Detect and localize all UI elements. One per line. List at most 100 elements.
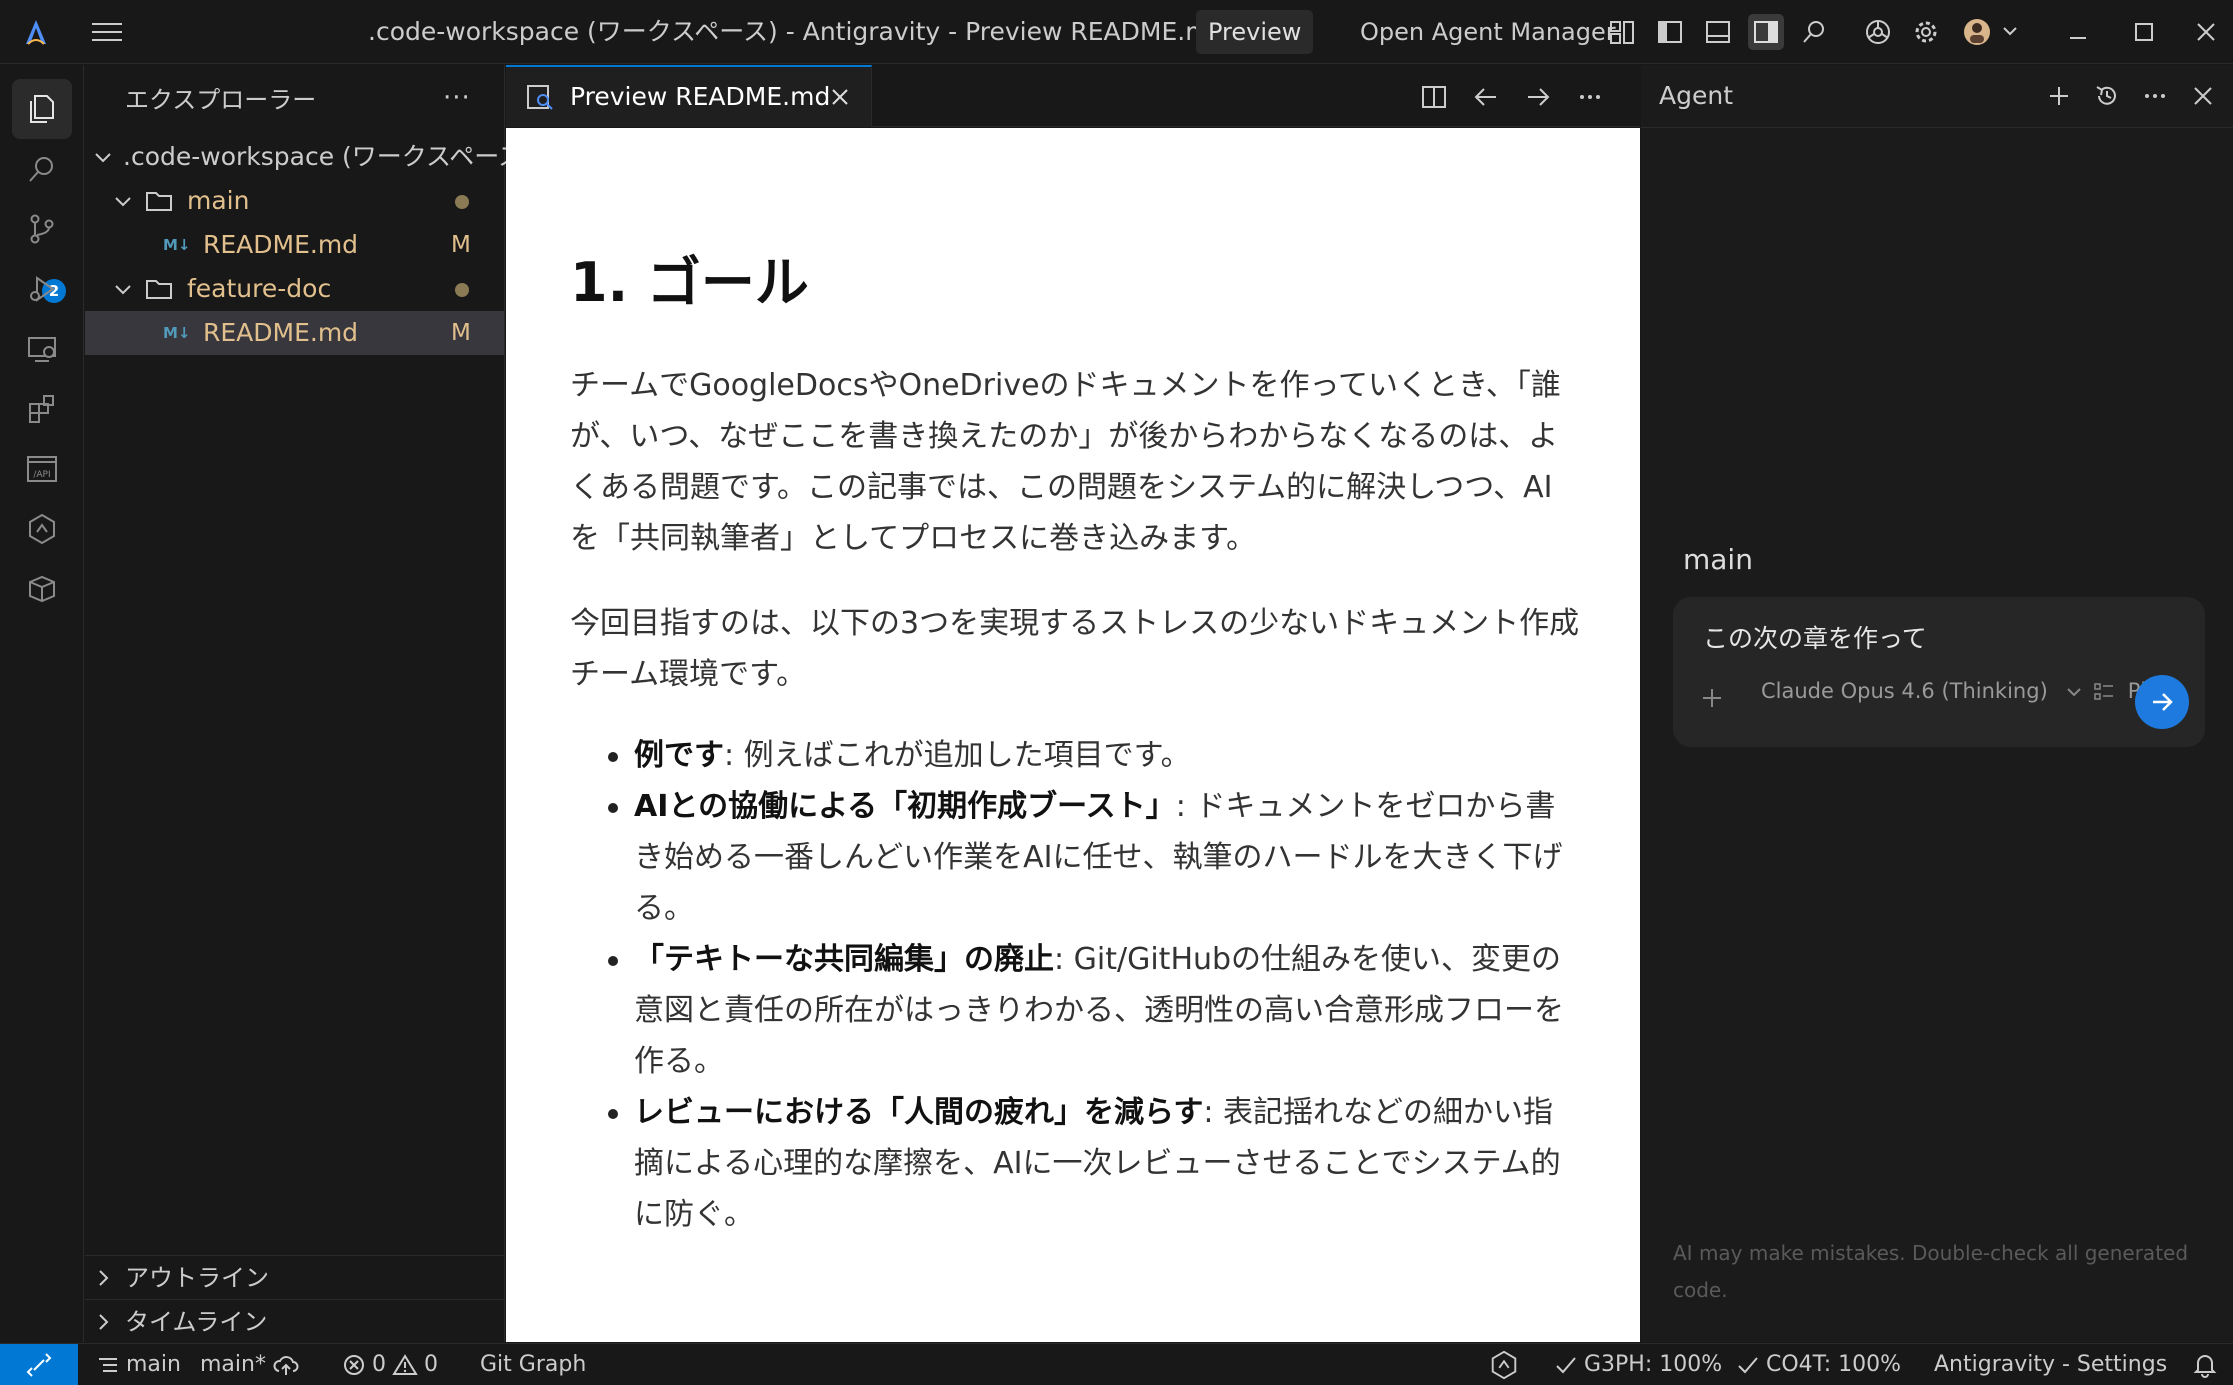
arrow-right-icon <box>2153 693 2173 711</box>
folder-icon <box>146 192 172 211</box>
search-view-icon[interactable] <box>12 139 72 199</box>
hexagon-extension-icon[interactable] <box>12 499 72 559</box>
cloud-upload-icon <box>273 1356 299 1375</box>
hamburger-menu-icon[interactable] <box>90 17 126 47</box>
branch-list-icon <box>99 1358 117 1372</box>
warning-icon <box>392 1354 418 1375</box>
outline-section[interactable]: アウトライン <box>85 1255 504 1299</box>
remote-icon <box>26 1353 52 1377</box>
add-context-plus-icon[interactable] <box>1699 685 1725 711</box>
window-title: .code-workspace (ワークスペース) - Antigravity … <box>368 17 1226 46</box>
minimize-icon[interactable] <box>2060 14 2096 50</box>
notifications-bell-icon[interactable] <box>2192 1344 2218 1385</box>
customize-layout-icon[interactable] <box>1604 14 1640 50</box>
file-readme-feature-doc[interactable]: M↓ README.md M <box>85 311 504 355</box>
chevron-right-icon <box>99 1314 109 1330</box>
toggle-panel-icon[interactable] <box>1700 14 1736 50</box>
close-window-icon[interactable] <box>2188 14 2224 50</box>
checklist-icon <box>2094 683 2113 700</box>
hexagon-status-icon[interactable] <box>1488 1344 1520 1385</box>
svg-text:/API: /API <box>33 470 50 480</box>
list-item: 「テキトーな共同編集」の廃止: Git/GitHubの仕組みを使い、変更の意図と… <box>570 934 1580 1087</box>
search-icon[interactable] <box>1796 14 1832 50</box>
markdown-preview: 1. ゴール チームでGoogleDocsやOneDriveのドキュメントを作っ… <box>506 128 1640 1342</box>
list-item-bold: AIとの協働による「初期作成ブースト」 <box>634 789 1176 824</box>
toggle-secondary-sidebar-icon[interactable] <box>1748 14 1784 50</box>
source-control-icon[interactable] <box>12 199 72 259</box>
more-actions-icon[interactable] <box>1574 81 1606 113</box>
timeline-label: タイムライン <box>125 1308 268 1336</box>
preview-paragraph-1: チームでGoogleDocsやOneDriveのドキュメントを作っていくとき、「… <box>570 368 1561 556</box>
problems-indicator[interactable]: 0 0 <box>342 1344 438 1385</box>
go-back-arrow-icon[interactable] <box>1470 81 1502 113</box>
folder-main[interactable]: main <box>85 179 504 223</box>
branch-name: main <box>126 1352 181 1377</box>
check-icon <box>1738 1357 1758 1374</box>
browser-icon[interactable] <box>1860 14 1896 50</box>
file-label: README.md <box>203 230 359 259</box>
close-panel-icon[interactable] <box>2187 80 2219 112</box>
branch-indicator[interactable]: main <box>96 1344 181 1385</box>
history-icon[interactable] <box>2091 80 2123 112</box>
preview-heading: 1. ゴール <box>570 251 809 314</box>
new-chat-plus-icon[interactable] <box>2043 80 2075 112</box>
agent-title: Agent <box>1659 81 1733 110</box>
open-agent-manager-button[interactable]: Open Agent Manager <box>1360 0 1616 64</box>
quota-g3ph[interactable]: G3PH: 100% <box>1554 1344 1722 1385</box>
quota-co4t-label: CO4T: 100% <box>1766 1352 1901 1377</box>
split-editor-icon[interactable] <box>1418 81 1450 113</box>
toggle-primary-sidebar-icon[interactable] <box>1652 14 1688 50</box>
send-button[interactable] <box>2135 675 2189 729</box>
modified-status: M <box>451 232 471 258</box>
explorer-icon[interactable] <box>12 79 72 139</box>
markdown-icon: M↓ <box>163 324 191 342</box>
check-icon <box>1556 1357 1576 1374</box>
list-item-bold: 例です <box>634 738 724 773</box>
preview-bullet-list: 例です: 例えばこれが追加した項目です。 AIとの協働による「初期作成ブースト」… <box>570 730 1580 1240</box>
modified-dot <box>455 283 469 297</box>
api-icon[interactable]: /API <box>12 439 72 499</box>
antigravity-settings-button[interactable]: Antigravity - Settings <box>1934 1344 2167 1385</box>
quota-co4t[interactable]: CO4T: 100% <box>1736 1344 1901 1385</box>
agent-input-box[interactable]: この次の章を作って Claude Opus 4.6 (Thinking) Pla… <box>1673 597 2205 747</box>
quota-g3ph-label: G3PH: 100% <box>1584 1352 1723 1377</box>
git-graph-button[interactable]: Git Graph <box>480 1344 586 1385</box>
sync-status[interactable]: main* <box>200 1344 300 1385</box>
tab-preview-readme[interactable]: Preview README.md <box>506 65 872 127</box>
list-item: AIとの協働による「初期作成ブースト」: ドキュメントをゼロから書き始める一番し… <box>570 781 1580 934</box>
model-name: Claude Opus 4.6 (Thinking) <box>1761 679 2048 703</box>
preview-button[interactable]: Preview <box>1196 10 1314 54</box>
modified-dot <box>455 195 469 209</box>
remote-indicator[interactable] <box>0 1344 78 1385</box>
explorer-sidebar: エクスプローラー ··· .code-workspace (ワークスペース) m… <box>85 65 533 1343</box>
list-item-text: : 例えばこれが追加した項目です。 <box>724 738 1191 773</box>
extensions-icon[interactable] <box>12 379 72 439</box>
chevron-down-icon <box>2067 688 2082 697</box>
folder-feature-doc[interactable]: feature-doc <box>85 267 504 311</box>
list-item-bold: 「テキトーな共同編集」の廃止 <box>634 942 1054 977</box>
warning-count: 0 <box>424 1352 438 1377</box>
title-bar: .code-workspace (ワークスペース) - Antigravity … <box>0 0 2233 64</box>
timeline-section[interactable]: タイムライン <box>85 1299 504 1343</box>
agent-prompt-input[interactable]: この次の章を作って <box>1703 619 1927 655</box>
settings-gear-icon[interactable] <box>1908 14 1944 50</box>
explorer-more-actions[interactable]: ··· <box>443 83 471 113</box>
chevron-right-icon <box>99 1270 109 1286</box>
chevron-down-icon <box>95 153 111 163</box>
preview-paragraph-2: 今回目指すのは、以下の3つを実現するストレスの少ないドキュメント作成チーム環境で… <box>570 606 1580 692</box>
account-avatar[interactable] <box>1962 14 2022 50</box>
markdown-icon: M↓ <box>163 236 191 254</box>
workspace-root[interactable]: .code-workspace (ワークスペース) <box>85 135 533 179</box>
run-debug-icon[interactable] <box>12 259 72 319</box>
agent-disclaimer: AI may make mistakes. Double-check all g… <box>1673 1241 2189 1302</box>
model-selector[interactable]: Claude Opus 4.6 (Thinking) <box>1761 679 2084 703</box>
chevron-down-icon <box>115 285 131 295</box>
remote-explorer-icon[interactable] <box>12 319 72 379</box>
maximize-icon[interactable] <box>2126 14 2162 50</box>
go-forward-arrow-icon[interactable] <box>1522 81 1554 113</box>
agent-more-icon[interactable] <box>2139 80 2171 112</box>
workspace-label: .code-workspace (ワークスペース) <box>123 142 533 171</box>
package-box-icon[interactable] <box>12 559 72 619</box>
close-tab-icon[interactable] <box>828 85 852 109</box>
file-readme-main[interactable]: M↓ README.md M <box>85 223 504 267</box>
